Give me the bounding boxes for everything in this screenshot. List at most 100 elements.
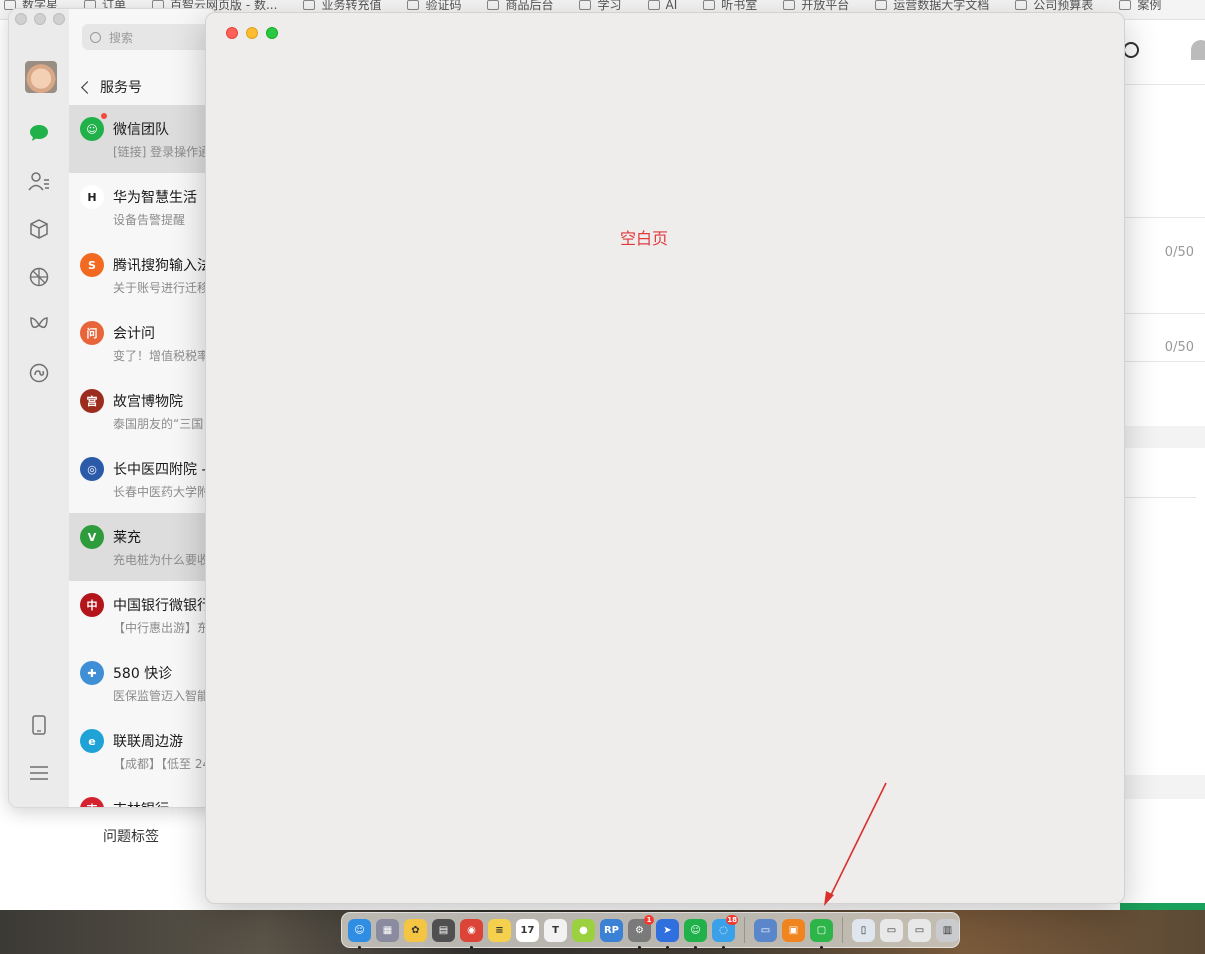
axure-rp-icon[interactable]: RP bbox=[600, 918, 623, 942]
bookmark-label: 案例 bbox=[1137, 0, 1162, 12]
moments-icon[interactable] bbox=[27, 265, 51, 289]
screen-viewer-icon[interactable]: ▭ bbox=[754, 918, 777, 942]
calendar-icon[interactable]: 17 bbox=[516, 918, 539, 942]
list-item[interactable]: ✚ 580 快诊 医保监管迈入智能 bbox=[69, 649, 217, 717]
minimize-button[interactable] bbox=[34, 13, 46, 25]
back-button[interactable]: 服务号 bbox=[81, 77, 142, 97]
close-button[interactable] bbox=[15, 13, 27, 25]
folder-icon bbox=[875, 0, 888, 10]
minimize-button[interactable] bbox=[246, 27, 258, 39]
running-indicator bbox=[820, 945, 823, 949]
trash-icon[interactable]: ▥ bbox=[936, 918, 959, 942]
divider bbox=[1124, 361, 1205, 362]
launchpad-icon[interactable]: ▦ bbox=[376, 918, 399, 942]
folder-icon bbox=[1015, 0, 1028, 10]
bookmark-item[interactable]: 案例 bbox=[1119, 0, 1161, 13]
taobao-app-icon[interactable]: ▣ bbox=[782, 918, 805, 942]
search-placeholder: 搜索 bbox=[109, 30, 134, 45]
typora-icon[interactable]: T bbox=[544, 918, 567, 942]
dock-glyph: ☺ bbox=[690, 924, 701, 936]
chrome-icon[interactable]: ◉ bbox=[460, 918, 483, 949]
back-label: 服务号 bbox=[100, 80, 142, 96]
close-button[interactable] bbox=[226, 27, 238, 39]
calculator-icon[interactable]: ▤ bbox=[432, 918, 455, 942]
item-subtitle: 变了！增值税税率 bbox=[113, 349, 210, 363]
running-indicator bbox=[694, 945, 697, 949]
list-item[interactable]: H 华为智慧生活 设备告警提醒 bbox=[69, 173, 217, 241]
messages-window-icon[interactable]: ▢ bbox=[810, 918, 833, 949]
doc-preview-icon[interactable]: ▯ bbox=[852, 918, 875, 942]
channels-icon[interactable] bbox=[27, 313, 51, 337]
dock-glyph: T bbox=[552, 924, 559, 936]
box-icon[interactable] bbox=[27, 217, 51, 241]
dock-glyph: ▣ bbox=[788, 924, 799, 936]
chevron-left-icon bbox=[81, 80, 94, 94]
qq-chat-icon[interactable]: ◌ 18 bbox=[712, 914, 738, 949]
bookmark-item[interactable]: AI bbox=[647, 0, 677, 12]
item-title: 腾讯搜狗输入法 bbox=[113, 258, 211, 274]
running-indicator bbox=[638, 945, 641, 949]
divider bbox=[1124, 313, 1205, 314]
chat-icon[interactable] bbox=[27, 121, 51, 145]
photo-app-icon[interactable]: ✿ bbox=[404, 918, 427, 942]
folder-icon bbox=[407, 0, 420, 10]
system-settings-icon[interactable]: ⚙ 1 bbox=[628, 914, 654, 949]
wechat-window: 搜索 服务号 ☺ 微信团队 [链接] 登录操作通 H 华为智慧生活 设备告警提醒 S 腾讯搜狗… bbox=[8, 8, 218, 808]
window-thumb-2-icon[interactable]: ▭ bbox=[908, 918, 931, 942]
mini-program-icon[interactable] bbox=[27, 361, 51, 385]
zoom-button[interactable] bbox=[266, 27, 278, 39]
list-item[interactable]: e 联联周边游 【成都】【低至 24 bbox=[69, 717, 217, 785]
list-item[interactable]: S 腾讯搜狗输入法 关于账号进行迁移 bbox=[69, 241, 217, 309]
contacts-icon[interactable] bbox=[27, 169, 51, 193]
divider bbox=[1124, 217, 1205, 218]
dock-glyph: ▭ bbox=[914, 924, 925, 936]
lark-icon[interactable]: ➤ bbox=[656, 918, 679, 949]
wechat-icon[interactable]: ☺ bbox=[684, 918, 707, 949]
zoom-button[interactable] bbox=[53, 13, 65, 25]
list-item[interactable]: ☺ 微信团队 [链接] 登录操作通 bbox=[69, 105, 217, 173]
list-item[interactable]: 吉 吉林银行 bbox=[69, 785, 217, 807]
window-controls-inactive bbox=[15, 13, 65, 25]
dock-glyph: ▯ bbox=[860, 924, 867, 936]
list-item[interactable]: V 莱充 充电桩为什么要收 bbox=[69, 513, 217, 581]
user-icon[interactable] bbox=[1191, 40, 1205, 60]
dock-glyph: ≡ bbox=[495, 924, 504, 936]
account-logo-icon: 中 bbox=[80, 593, 104, 617]
finder-icon[interactable]: ☺ bbox=[348, 918, 371, 949]
search-input[interactable]: 搜索 bbox=[82, 24, 217, 50]
folder-icon bbox=[703, 0, 716, 10]
account-logo-icon: S bbox=[80, 253, 104, 277]
account-logo-icon: ☺ bbox=[80, 117, 104, 141]
dock-glyph: ➤ bbox=[663, 924, 672, 936]
chat-bubble-icon[interactable] bbox=[1123, 42, 1139, 58]
lime-app-icon[interactable]: ● bbox=[572, 918, 595, 942]
item-title: 580 快诊 bbox=[113, 666, 173, 682]
list-item[interactable]: 宫故宫博物院 泰国朋友的“三国 bbox=[69, 377, 217, 445]
phone-icon[interactable] bbox=[27, 713, 51, 737]
menu-icon[interactable] bbox=[27, 761, 51, 785]
dock-glyph: ▭ bbox=[760, 924, 771, 936]
folder-icon bbox=[647, 0, 660, 10]
service-account-list: 搜索 服务号 ☺ 微信团队 [链接] 登录操作通 H 华为智慧生活 设备告警提醒 S 腾讯搜狗… bbox=[69, 9, 217, 807]
section-band bbox=[1124, 426, 1205, 448]
running-indicator bbox=[358, 945, 361, 949]
dock-glyph: ⚙ bbox=[635, 924, 644, 936]
item-title: 莱充 bbox=[113, 530, 141, 546]
account-logo-icon: H bbox=[80, 185, 104, 209]
list-item[interactable]: ◎ 长中医四附院 - 长春中医药大学附 bbox=[69, 445, 217, 513]
list-item[interactable]: 中中国银行微银行 【中行惠出游】东 bbox=[69, 581, 217, 649]
item-subtitle: 【成都】【低至 24 bbox=[113, 757, 211, 771]
account-logo-icon: ◎ bbox=[80, 457, 104, 481]
item-title: 会计问 bbox=[113, 326, 155, 342]
list-item[interactable]: 问会计问 变了！增值税税率 bbox=[69, 309, 217, 377]
blank-window: 空白页 bbox=[205, 12, 1125, 904]
item-subtitle: 医保监管迈入智能 bbox=[113, 689, 210, 703]
dock-glyph: ▭ bbox=[886, 924, 897, 936]
notes-icon[interactable]: ≡ bbox=[488, 918, 511, 942]
progress-strip bbox=[1120, 903, 1205, 910]
avatar[interactable] bbox=[25, 61, 57, 93]
dock-glyph: ✿ bbox=[411, 924, 420, 936]
item-subtitle: 设备告警提醒 bbox=[113, 213, 186, 227]
item-title: 微信团队 bbox=[113, 122, 169, 138]
window-thumb-1-icon[interactable]: ▭ bbox=[880, 918, 903, 942]
